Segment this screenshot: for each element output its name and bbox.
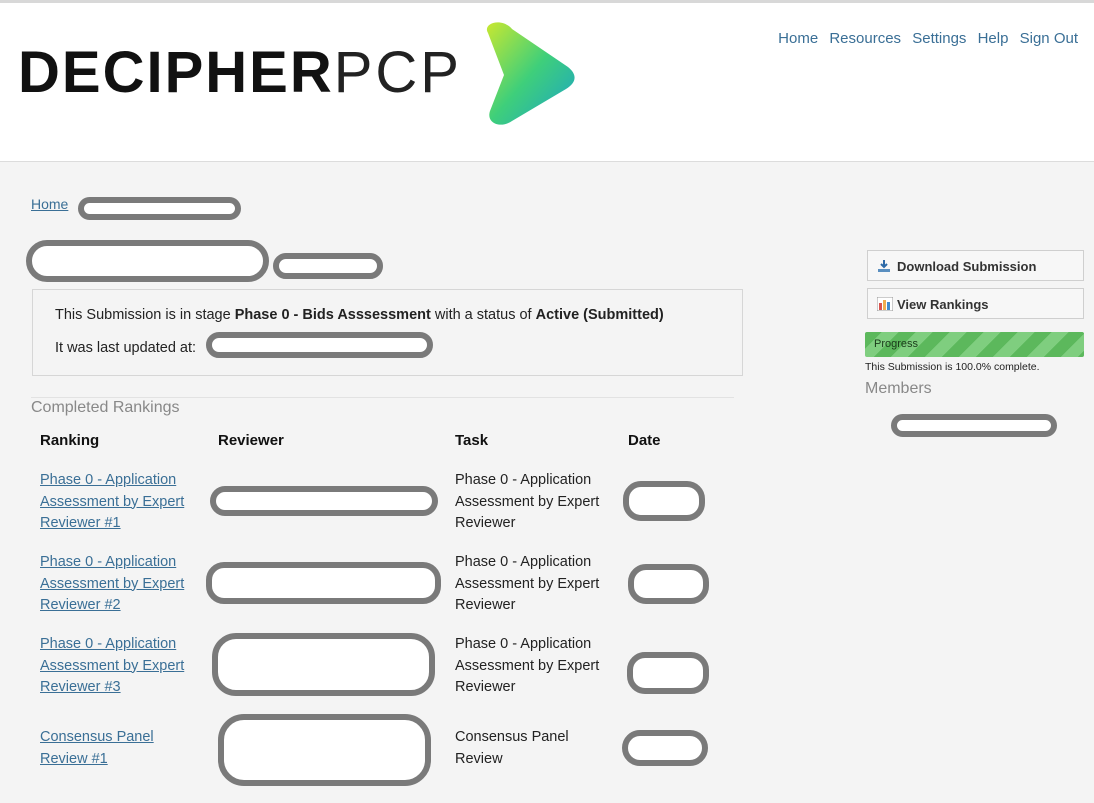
table-row-task: Phase 0 - Application Assessment by Expe… (455, 636, 600, 695)
stage-name: Phase 0 - Bids Asssessment (234, 307, 431, 323)
table-row-task: Phase 0 - Application Assessment by Expe… (455, 472, 600, 531)
download-submission-button[interactable]: Download Submission (867, 250, 1084, 281)
redacted-reviewer (218, 714, 431, 786)
nav-home[interactable]: Home (778, 30, 818, 47)
logo-bold-text: DECIPHER (18, 40, 334, 105)
completion-text: This Submission is 100.0% complete. (865, 361, 1040, 373)
redacted-date (622, 730, 708, 766)
top-navigation: Home Resources Settings Help Sign Out (771, 30, 1078, 47)
section-divider (31, 397, 734, 398)
nav-settings[interactable]: Settings (912, 30, 966, 47)
redacted-date (623, 481, 705, 521)
logo-mark-icon (486, 22, 575, 125)
nav-sign-out[interactable]: Sign Out (1020, 30, 1078, 47)
bar-chart-icon (877, 297, 893, 311)
site-logo[interactable]: DECIPHERPCP (18, 43, 462, 103)
header-reviewer: Reviewer (218, 432, 284, 449)
nav-resources[interactable]: Resources (829, 30, 901, 47)
breadcrumb-home[interactable]: Home (31, 196, 68, 212)
redacted-member (891, 414, 1057, 437)
redacted-breadcrumb (78, 197, 241, 220)
header-date: Date (628, 432, 661, 449)
ranking-link[interactable]: Phase 0 - Application Assessment by Expe… (40, 636, 184, 695)
progress-bar: Progress (865, 332, 1084, 357)
table-row-ranking: Consensus Panel Review #1 (40, 727, 202, 770)
redacted-page-title (26, 240, 269, 282)
table-row-task: Phase 0 - Application Assessment by Expe… (455, 554, 600, 613)
header-task: Task (455, 432, 489, 449)
table-row-task: Consensus Panel Review (455, 729, 569, 767)
redacted-subtitle (273, 253, 383, 279)
table-row-ranking: Phase 0 - Application Assessment by Expe… (40, 634, 202, 699)
download-icon (878, 260, 890, 272)
status-prefix: with a status of (430, 307, 536, 323)
view-rankings-label: View Rankings (897, 297, 989, 312)
table-row-ranking: Phase 0 - Application Assessment by Expe… (40, 552, 202, 617)
stage-status-text: This Submission is in stage Phase 0 - Bi… (55, 307, 664, 323)
logo-light-text: PCP (333, 40, 462, 105)
redacted-reviewer (212, 633, 435, 696)
status-value: Active (Submitted) (535, 307, 664, 323)
members-title: Members (865, 380, 932, 397)
completed-rankings-title: Completed Rankings (31, 399, 180, 416)
redacted-date (627, 652, 709, 694)
last-updated-label: It was last updated at: (55, 340, 197, 356)
header-ranking: Ranking (40, 432, 100, 449)
site-header: DECIPHERPCP Home Resources Settings Help… (0, 0, 1094, 162)
view-rankings-button[interactable]: View Rankings (867, 288, 1084, 319)
ranking-link[interactable]: Consensus Panel Review #1 (40, 729, 154, 767)
nav-help[interactable]: Help (978, 30, 1009, 47)
redacted-reviewer (210, 486, 438, 516)
progress-label: Progress (874, 338, 919, 350)
redacted-reviewer (206, 562, 441, 604)
stage-prefix: This Submission is in stage (55, 307, 235, 323)
ranking-link[interactable]: Phase 0 - Application Assessment by Expe… (40, 554, 184, 613)
download-submission-label: Download Submission (897, 259, 1037, 274)
ranking-link[interactable]: Phase 0 - Application Assessment by Expe… (40, 472, 184, 531)
table-row-ranking: Phase 0 - Application Assessment by Expe… (40, 470, 202, 535)
redacted-date (628, 564, 709, 604)
redacted-last-updated (206, 332, 433, 358)
breadcrumb: Home (31, 196, 68, 212)
